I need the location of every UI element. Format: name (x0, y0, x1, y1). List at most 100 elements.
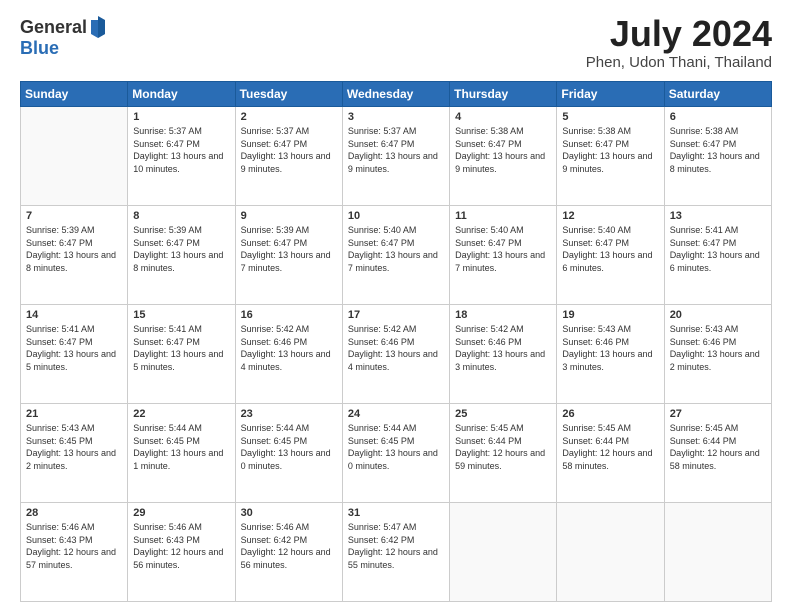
logo-icon (89, 16, 107, 38)
day-number: 4 (455, 111, 551, 123)
day-number: 7 (26, 210, 122, 222)
day-number: 16 (241, 309, 337, 321)
calendar-cell: 14 Sunrise: 5:41 AMSunset: 6:47 PMDayligh… (21, 305, 128, 404)
day-number: 3 (348, 111, 444, 123)
day-number: 18 (455, 309, 551, 321)
day-info: Sunrise: 5:44 AMSunset: 6:45 PMDaylight:… (133, 422, 229, 472)
weekday-header-friday: Friday (557, 82, 664, 107)
day-info: Sunrise: 5:46 AMSunset: 6:42 PMDaylight:… (241, 521, 337, 571)
calendar-cell: 15Sunrise: 5:41 AMSunset: 6:47 PMDayligh… (128, 305, 235, 404)
day-number: 20 (670, 309, 766, 321)
weekday-header-thursday: Thursday (450, 82, 557, 107)
day-info: Sunrise: 5:44 AMSunset: 6:45 PMDaylight:… (348, 422, 444, 472)
day-number: 8 (133, 210, 229, 222)
day-info: Sunrise: 5:43 AMSunset: 6:45 PMDaylight:… (26, 422, 122, 472)
calendar-cell: 22 Sunrise: 5:44 AMSunset: 6:45 PMDayligh… (128, 404, 235, 503)
calendar-cell: 27Sunrise: 5:45 AMSunset: 6:44 PMDayligh… (664, 404, 771, 503)
calendar-cell: 7 Sunrise: 5:39 AMSunset: 6:47 PMDaylight… (21, 206, 128, 305)
calendar-cell: 28 Sunrise: 5:46 AMSunset: 6:43 PMDayligh… (21, 503, 128, 602)
day-info: Sunrise: 5:42 AMSunset: 6:46 PMDaylight:… (348, 323, 444, 373)
day-info: Sunrise: 5:46 AMSunset: 6:43 PMDaylight:… (26, 521, 122, 571)
calendar-cell: 29 Sunrise: 5:46 AMSunset: 6:43 PMDayligh… (128, 503, 235, 602)
day-info: Sunrise: 5:40 AMSunset: 6:47 PMDaylight:… (348, 224, 444, 274)
weekday-header-saturday: Saturday (664, 82, 771, 107)
calendar-cell: 9 Sunrise: 5:39 AMSunset: 6:47 PMDaylight… (235, 206, 342, 305)
page: General Blue July 2024 Phen, Udon Thani,… (0, 0, 792, 612)
calendar-cell: 18Sunrise: 5:42 AMSunset: 6:46 PMDayligh… (450, 305, 557, 404)
day-number: 9 (241, 210, 337, 222)
day-number: 25 (455, 408, 551, 420)
calendar-cell: 8Sunrise: 5:39 AMSunset: 6:47 PMDaylight… (128, 206, 235, 305)
day-number: 10 (348, 210, 444, 222)
day-number: 5 (562, 111, 658, 123)
calendar-cell: 16 Sunrise: 5:42 AMSunset: 6:46 PMDayligh… (235, 305, 342, 404)
calendar-cell: 30Sunrise: 5:46 AMSunset: 6:42 PMDayligh… (235, 503, 342, 602)
calendar-cell: 2 Sunrise: 5:37 AMSunset: 6:47 PMDaylight… (235, 107, 342, 206)
calendar-cell (450, 503, 557, 602)
calendar-cell: 3 Sunrise: 5:37 AMSunset: 6:47 PMDaylight… (342, 107, 449, 206)
day-info: Sunrise: 5:43 AMSunset: 6:46 PMDaylight:… (562, 323, 658, 373)
calendar-cell: 6Sunrise: 5:38 AMSunset: 6:47 PMDaylight… (664, 107, 771, 206)
day-info: Sunrise: 5:45 AMSunset: 6:44 PMDaylight:… (670, 422, 766, 472)
day-number: 13 (670, 210, 766, 222)
calendar-cell: 13 Sunrise: 5:41 AMSunset: 6:47 PMDayligh… (664, 206, 771, 305)
calendar-cell (664, 503, 771, 602)
logo: General Blue (20, 16, 107, 59)
day-info: Sunrise: 5:45 AMSunset: 6:44 PMDaylight:… (562, 422, 658, 472)
calendar-cell: 21 Sunrise: 5:43 AMSunset: 6:45 PMDayligh… (21, 404, 128, 503)
day-number: 21 (26, 408, 122, 420)
day-info: Sunrise: 5:39 AMSunset: 6:47 PMDaylight:… (241, 224, 337, 274)
day-info: Sunrise: 5:37 AMSunset: 6:47 PMDaylight:… (348, 125, 444, 175)
day-number: 11 (455, 210, 551, 222)
day-info: Sunrise: 5:40 AMSunset: 6:47 PMDaylight:… (455, 224, 551, 274)
calendar-cell: 10 Sunrise: 5:40 AMSunset: 6:47 PMDayligh… (342, 206, 449, 305)
day-info: Sunrise: 5:44 AMSunset: 6:45 PMDaylight:… (241, 422, 337, 472)
day-info: Sunrise: 5:46 AMSunset: 6:43 PMDaylight:… (133, 521, 229, 571)
calendar-cell: 20Sunrise: 5:43 AMSunset: 6:46 PMDayligh… (664, 305, 771, 404)
calendar-cell (21, 107, 128, 206)
day-number: 26 (562, 408, 658, 420)
day-info: Sunrise: 5:41 AMSunset: 6:47 PMDaylight:… (26, 323, 122, 373)
day-number: 19 (562, 309, 658, 321)
day-info: Sunrise: 5:39 AMSunset: 6:47 PMDaylight:… (26, 224, 122, 274)
day-number: 22 (133, 408, 229, 420)
calendar-week-row: 28 Sunrise: 5:46 AMSunset: 6:43 PMDayligh… (21, 503, 772, 602)
day-number: 24 (348, 408, 444, 420)
calendar-table: SundayMondayTuesdayWednesdayThursdayFrid… (20, 81, 772, 602)
day-number: 2 (241, 111, 337, 123)
calendar-cell: 19 Sunrise: 5:43 AMSunset: 6:46 PMDayligh… (557, 305, 664, 404)
day-number: 23 (241, 408, 337, 420)
calendar-cell: 23 Sunrise: 5:44 AMSunset: 6:45 PMDayligh… (235, 404, 342, 503)
day-info: Sunrise: 5:41 AMSunset: 6:47 PMDaylight:… (670, 224, 766, 274)
calendar-cell: 1 Sunrise: 5:37 AMSunset: 6:47 PMDaylight… (128, 107, 235, 206)
location: Phen, Udon Thani, Thailand (586, 54, 772, 71)
day-number: 14 (26, 309, 122, 321)
calendar-week-row: 21 Sunrise: 5:43 AMSunset: 6:45 PMDayligh… (21, 404, 772, 503)
calendar-cell: 5 Sunrise: 5:38 AMSunset: 6:47 PMDaylight… (557, 107, 664, 206)
calendar-cell: 17 Sunrise: 5:42 AMSunset: 6:46 PMDayligh… (342, 305, 449, 404)
header: General Blue July 2024 Phen, Udon Thani,… (20, 16, 772, 71)
title-block: July 2024 Phen, Udon Thani, Thailand (586, 16, 772, 71)
weekday-header-sunday: Sunday (21, 82, 128, 107)
day-info: Sunrise: 5:45 AMSunset: 6:44 PMDaylight:… (455, 422, 551, 472)
day-info: Sunrise: 5:40 AMSunset: 6:47 PMDaylight:… (562, 224, 658, 274)
day-number: 17 (348, 309, 444, 321)
day-number: 1 (133, 111, 229, 123)
day-number: 31 (348, 507, 444, 519)
calendar-week-row: 1 Sunrise: 5:37 AMSunset: 6:47 PMDaylight… (21, 107, 772, 206)
calendar-cell: 24 Sunrise: 5:44 AMSunset: 6:45 PMDayligh… (342, 404, 449, 503)
calendar-cell: 11 Sunrise: 5:40 AMSunset: 6:47 PMDayligh… (450, 206, 557, 305)
weekday-header-wednesday: Wednesday (342, 82, 449, 107)
day-number: 28 (26, 507, 122, 519)
day-number: 6 (670, 111, 766, 123)
logo-general-text: General (20, 17, 87, 38)
day-info: Sunrise: 5:41 AMSunset: 6:47 PMDaylight:… (133, 323, 229, 373)
day-number: 29 (133, 507, 229, 519)
day-number: 12 (562, 210, 658, 222)
day-info: Sunrise: 5:37 AMSunset: 6:47 PMDaylight:… (133, 125, 229, 175)
day-info: Sunrise: 5:37 AMSunset: 6:47 PMDaylight:… (241, 125, 337, 175)
day-info: Sunrise: 5:38 AMSunset: 6:47 PMDaylight:… (562, 125, 658, 175)
day-info: Sunrise: 5:42 AMSunset: 6:46 PMDaylight:… (241, 323, 337, 373)
calendar-cell: 25 Sunrise: 5:45 AMSunset: 6:44 PMDayligh… (450, 404, 557, 503)
calendar-cell: 4Sunrise: 5:38 AMSunset: 6:47 PMDaylight… (450, 107, 557, 206)
